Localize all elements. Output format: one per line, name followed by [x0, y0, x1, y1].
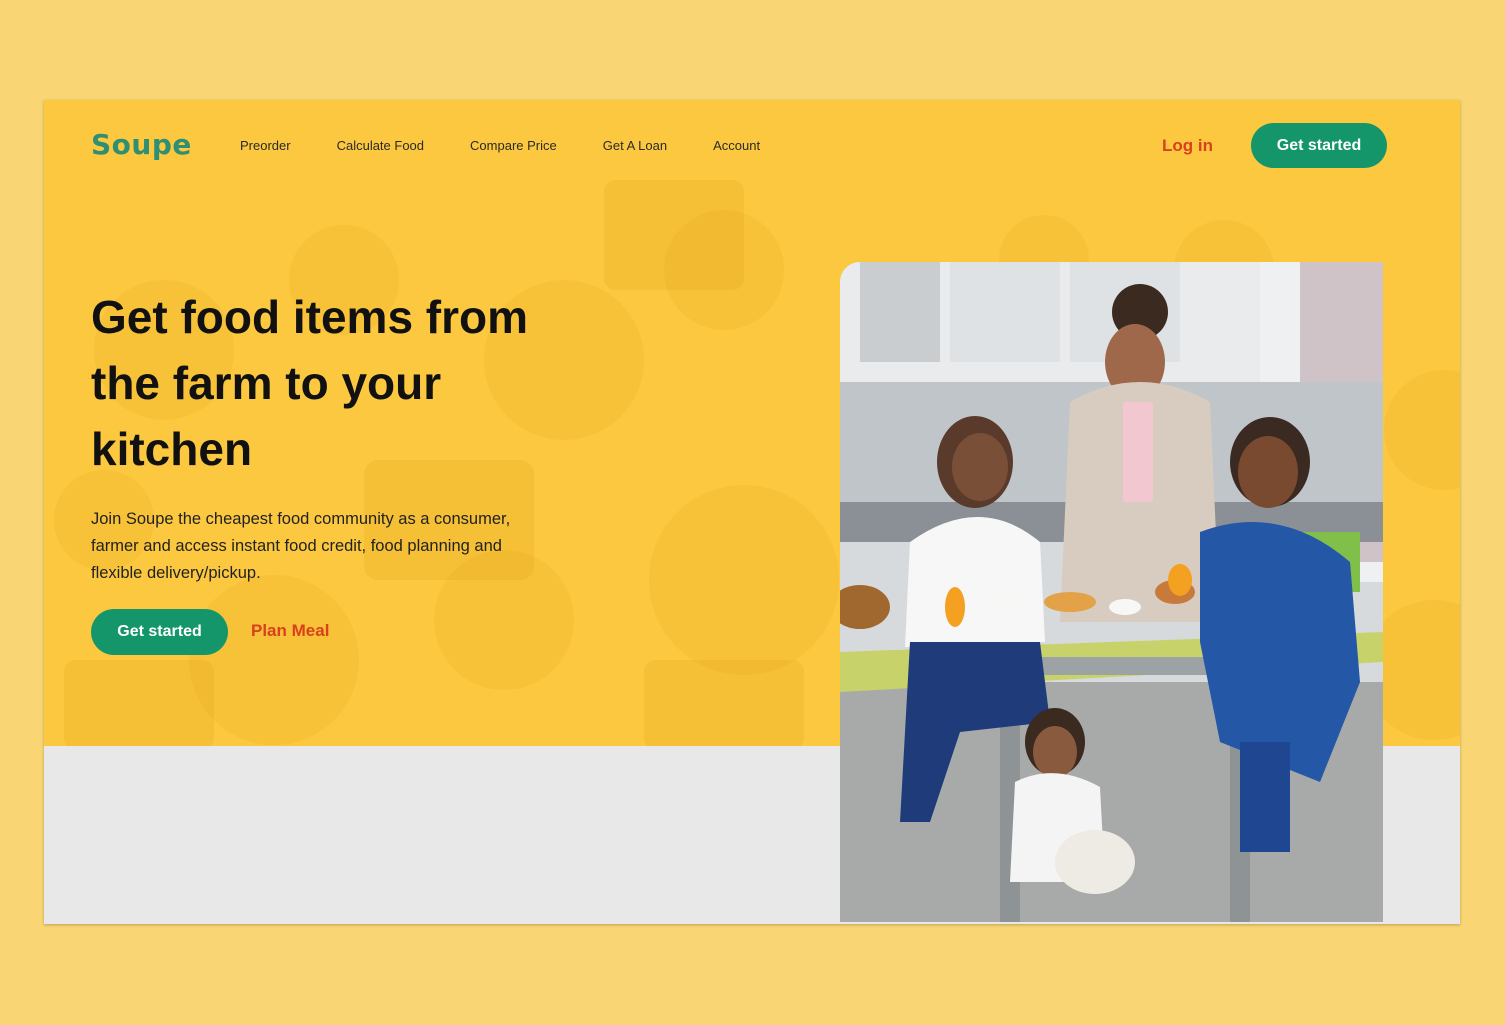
- landing-page-frame: Soupe Preorder Calculate Food Compare Pr…: [44, 100, 1460, 924]
- nav-link-account[interactable]: Account: [713, 138, 760, 153]
- hero-headline: Get food items from the farm to your kit…: [91, 291, 529, 475]
- nav-links: Preorder Calculate Food Compare Price Ge…: [240, 138, 806, 153]
- get-started-hero-button[interactable]: Get started: [91, 609, 228, 655]
- nav-link-preorder[interactable]: Preorder: [240, 138, 291, 153]
- hero-description: Join Soupe the cheapest food community a…: [91, 510, 511, 582]
- family-breakfast-photo: [840, 262, 1383, 922]
- plan-meal-link[interactable]: Plan Meal: [251, 621, 329, 641]
- family-photo-illustration: [840, 262, 1383, 922]
- top-navbar: Soupe Preorder Calculate Food Compare Pr…: [44, 100, 1460, 192]
- brand-logo[interactable]: Soupe: [91, 128, 192, 161]
- nav-link-compare-price[interactable]: Compare Price: [470, 138, 557, 153]
- nav-link-calculate-food[interactable]: Calculate Food: [337, 138, 424, 153]
- nav-link-get-a-loan[interactable]: Get A Loan: [603, 138, 667, 153]
- login-link[interactable]: Log in: [1162, 136, 1213, 156]
- get-started-nav-button[interactable]: Get started: [1251, 123, 1387, 168]
